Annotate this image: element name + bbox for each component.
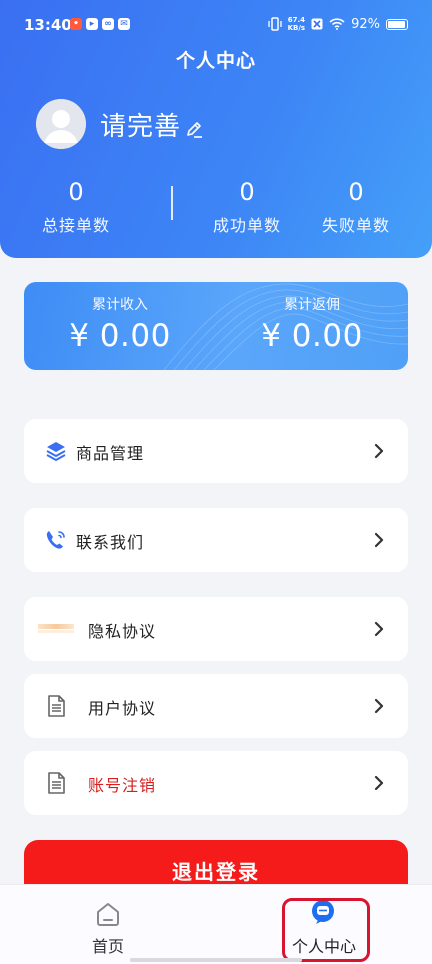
notification-icons: • ▸ ∞ ✉ <box>70 18 130 30</box>
document-icon <box>48 772 65 794</box>
page-title: 个人中心 <box>175 50 256 72</box>
video-notification-icon: ▸ <box>86 18 98 30</box>
menu-item-user-agreement[interactable]: 用户协议 <box>24 674 408 738</box>
battery-percent: 92% <box>351 16 380 32</box>
stat-failed-orders: 0 失败单数 <box>321 178 390 235</box>
menu-label: 商品管理 <box>76 444 145 463</box>
chevron-right-icon <box>374 532 384 548</box>
menu-label: 用户协议 <box>88 699 157 718</box>
layers-icon <box>46 442 66 461</box>
profile-header: 13:40 • ▸ ∞ ✉ 67.4 KB/s 92% 个人中心 请完善 0 总… <box>0 0 432 258</box>
mail-notification-icon: ✉ <box>118 18 130 30</box>
battery-icon <box>386 18 408 30</box>
link-notification-icon: ∞ <box>102 18 114 30</box>
signal-off-icon <box>311 18 323 30</box>
document-icon <box>48 695 65 717</box>
app-notification-icon: • <box>70 18 82 30</box>
vibrate-icon <box>267 17 282 31</box>
home-indicator <box>130 958 302 962</box>
chevron-right-icon <box>374 775 384 791</box>
status-time: 13:40 <box>24 16 72 34</box>
privacy-icon <box>38 624 74 633</box>
menu-label: 联系我们 <box>76 533 145 552</box>
earnings-rebate: 累计返佣 ¥ 0.00 <box>261 297 363 354</box>
active-tab-highlight <box>282 898 370 962</box>
home-icon <box>97 903 119 926</box>
menu-item-cancel-account[interactable]: 账号注销 <box>24 751 408 815</box>
menu-label: 隐私协议 <box>88 622 157 641</box>
menu-item-contact-us[interactable]: 联系我们 <box>24 508 408 572</box>
status-bar: 13:40 • ▸ ∞ ✉ 67.4 KB/s 92% <box>0 0 432 46</box>
menu-label: 账号注销 <box>88 776 157 795</box>
chevron-right-icon <box>374 443 384 459</box>
earnings-income: 累计收入 ¥ 0.00 <box>69 297 171 354</box>
chevron-right-icon <box>374 621 384 637</box>
avatar[interactable] <box>36 99 86 149</box>
net-speed: 67.4 KB/s <box>287 16 306 32</box>
edit-icon[interactable] <box>184 120 204 140</box>
avatar-placeholder-icon <box>36 99 86 149</box>
stat-total-orders: 0 总接单数 <box>41 178 110 235</box>
menu-item-privacy-policy[interactable]: 隐私协议 <box>24 597 408 661</box>
tab-home[interactable]: 首页 <box>0 885 216 964</box>
earnings-card: 累计收入 ¥ 0.00 累计返佣 ¥ 0.00 <box>24 282 408 370</box>
chevron-right-icon <box>374 698 384 714</box>
wifi-icon <box>329 18 345 30</box>
status-right: 67.4 KB/s 92% <box>267 16 408 32</box>
username[interactable]: 请完善 <box>100 106 181 143</box>
stat-divider <box>171 186 173 220</box>
stat-success-orders: 0 成功单数 <box>212 178 281 235</box>
menu-item-product-management[interactable]: 商品管理 <box>24 419 408 483</box>
phone-icon <box>46 531 65 549</box>
